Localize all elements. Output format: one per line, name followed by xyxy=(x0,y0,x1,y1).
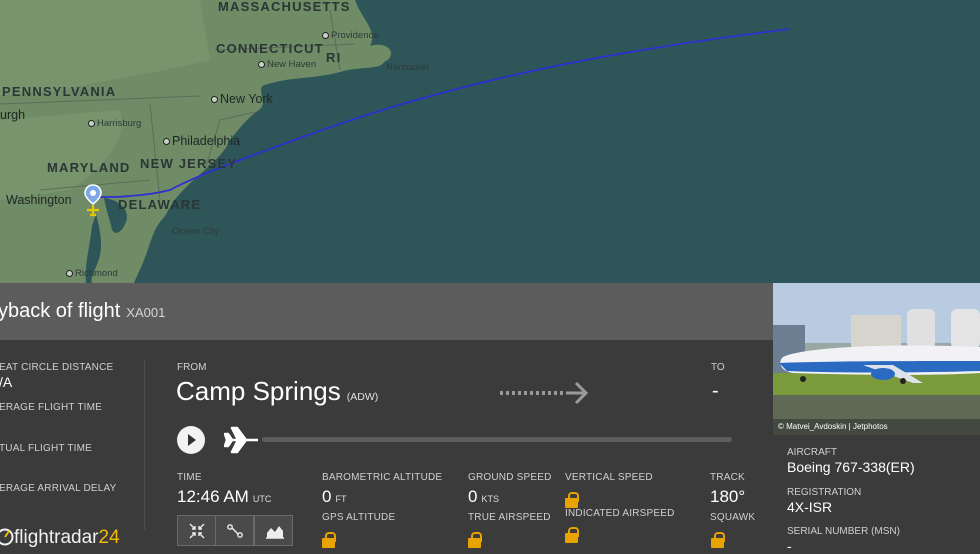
indicated-airspeed-lock-icon[interactable] xyxy=(565,527,579,544)
gps-altitude-lock-icon[interactable] xyxy=(322,532,336,549)
map-label-harrisburg: Harrisburg xyxy=(88,118,141,129)
map-label-nantucket: Nantucket xyxy=(386,62,429,73)
aircraft-label: AIRCRAFT xyxy=(787,447,837,458)
to-label: TO xyxy=(711,362,725,373)
track-value: 180° xyxy=(710,487,746,506)
map-canvas xyxy=(0,0,791,283)
origin: Camp Springs (ADW) xyxy=(176,376,378,407)
average-flight-time-label: ERAGE FLIGHT TIME xyxy=(0,402,103,413)
registration-label: REGISTRATION xyxy=(787,487,862,498)
flightradar24-logo[interactable]: flightradar24 xyxy=(0,527,120,549)
map-label-new-haven: New Haven xyxy=(258,59,316,70)
flight-details-panel: EAT CIRCLE DISTANCE /A ERAGE FLIGHT TIME… xyxy=(0,340,773,554)
map-label-ri: RI xyxy=(326,50,342,65)
squawk-label: SQUAWK xyxy=(710,512,756,523)
aircraft-marker-icon[interactable] xyxy=(83,184,103,218)
airplane-icon[interactable] xyxy=(224,425,260,455)
brand-number: 24 xyxy=(98,527,120,548)
show-route-button[interactable] xyxy=(215,515,254,546)
barometric-altitude-unit: FT xyxy=(335,494,347,504)
serial-number-label: SERIAL NUMBER (MSN) xyxy=(787,526,900,537)
map-label-richmond: Richmond xyxy=(66,268,118,279)
gps-altitude-label: GPS ALTITUDE xyxy=(322,512,396,523)
track-label: TRACK xyxy=(710,472,745,483)
map-label-pennsylvania: PENNSYLVANIA xyxy=(2,84,117,99)
ground-speed-value: 0 KTS xyxy=(468,487,499,507)
barometric-altitude-value: 0 FT xyxy=(322,487,346,507)
average-arrival-delay-label: ERAGE ARRIVAL DELAY xyxy=(0,483,117,494)
aircraft-photo-image xyxy=(773,283,980,435)
time-zone: UTC xyxy=(252,494,272,504)
playback-progress-track[interactable] xyxy=(262,437,732,442)
map-label-washington: Washington xyxy=(6,193,72,207)
aircraft-photo[interactable]: © Matvei_Avdoskin | Jetphotos xyxy=(773,283,980,435)
great-circle-distance-value: /A xyxy=(0,374,13,390)
true-airspeed-lock-icon[interactable] xyxy=(468,532,482,549)
aircraft-info-panel: © Matvei_Avdoskin | Jetphotos AIRCRAFT B… xyxy=(773,283,980,554)
map-label-maryland: MARYLAND xyxy=(47,160,131,175)
map-label-new-jersey: NEW JERSEY xyxy=(140,156,238,171)
route-icon xyxy=(227,524,243,538)
great-circle-distance-label: EAT CIRCLE DISTANCE xyxy=(0,362,114,373)
playback-title-text: yback of flight xyxy=(0,300,121,322)
aircraft-value: Boeing 767-338(ER) xyxy=(787,459,915,475)
origin-city: Camp Springs xyxy=(176,376,341,406)
registration-value: 4X-ISR xyxy=(787,499,833,515)
map-label-massachusetts: MASSACHUSETTS xyxy=(218,0,351,14)
serial-number-value: - xyxy=(787,538,792,554)
from-label: FROM xyxy=(177,362,207,373)
map-label-pittsburgh: urgh xyxy=(0,108,26,122)
time-value-text: 12:46 AM xyxy=(177,487,249,506)
flight-number: XA001 xyxy=(126,305,166,320)
indicated-airspeed-label: INDICATED AIRSPEED xyxy=(565,508,675,519)
radar-icon xyxy=(0,528,14,546)
map-label-ocean-city: Ocean City xyxy=(172,226,219,237)
altitude-graph-button[interactable] xyxy=(254,515,293,546)
true-airspeed-label: TRUE AIRSPEED xyxy=(468,512,551,523)
ground-speed-unit: KTS xyxy=(481,494,499,504)
barometric-altitude-number: 0 xyxy=(322,487,332,506)
photo-credit[interactable]: © Matvei_Avdoskin | Jetphotos xyxy=(778,422,888,431)
barometric-altitude-label: BAROMETRIC ALTITUDE xyxy=(322,472,443,483)
origin-code: (ADW) xyxy=(346,391,379,403)
chart-area-icon xyxy=(266,526,284,539)
map-label-new-york: New York xyxy=(211,92,273,106)
vertical-speed-label: VERTICAL SPEED xyxy=(565,472,653,483)
crosshair-icon xyxy=(189,523,205,539)
destination-value: - xyxy=(712,380,719,402)
map-label-connecticut: CONNECTICUT xyxy=(216,41,324,56)
ground-speed-number: 0 xyxy=(468,487,478,506)
map-label-philadelphia: Philadelphia xyxy=(163,134,240,148)
squawk-lock-icon[interactable] xyxy=(711,532,725,549)
play-button[interactable] xyxy=(177,426,205,454)
map-label-providence: Providence xyxy=(322,30,379,41)
playback-title: yback of flight XA001 xyxy=(0,300,165,323)
actual-flight-time-label: TUAL FLIGHT TIME xyxy=(0,443,93,454)
time-label: TIME xyxy=(177,472,202,483)
playback-header: yback of flight XA001 xyxy=(0,283,773,340)
ground-speed-label: GROUND SPEED xyxy=(468,472,552,483)
column-divider xyxy=(144,360,145,530)
map-label-delaware: DELAWARE xyxy=(118,197,202,212)
center-map-button[interactable] xyxy=(177,515,216,546)
flight-map[interactable]: MASSACHUSETTS CONNECTICUT RI PENNSYLVANI… xyxy=(0,0,980,283)
time-value: 12:46 AM UTC xyxy=(177,487,271,507)
brand-name: flightradar xyxy=(14,527,99,548)
direction-arrow-icon xyxy=(500,381,589,405)
